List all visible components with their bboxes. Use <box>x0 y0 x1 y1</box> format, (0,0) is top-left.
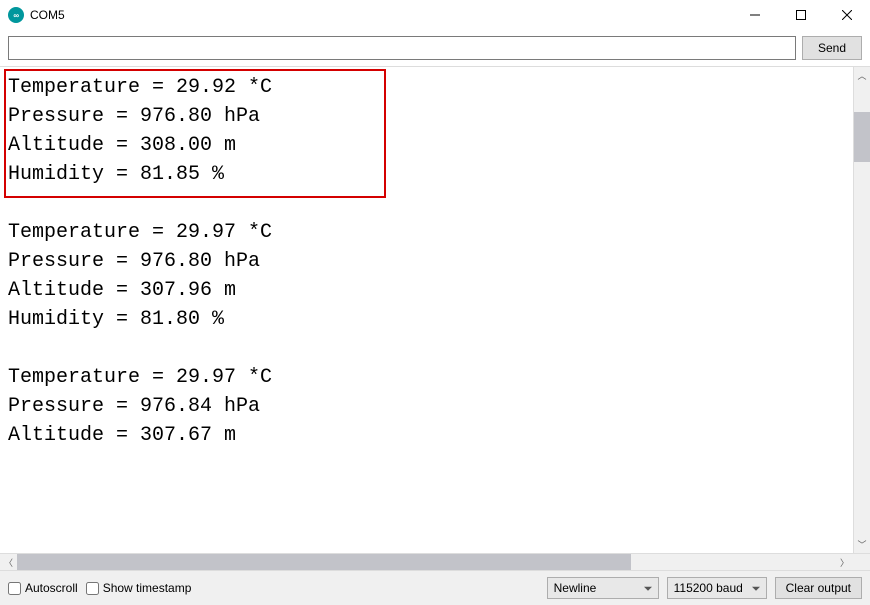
serial-output: Temperature = 29.92 *CPressure = 976.80 … <box>0 67 853 553</box>
scroll-right-button[interactable]: 〉 <box>836 554 853 570</box>
horizontal-scroll-thumb[interactable] <box>17 554 631 570</box>
autoscroll-checkbox-wrap[interactable]: Autoscroll <box>8 581 78 595</box>
output-line: Temperature = 29.97 *C <box>8 363 845 392</box>
timestamp-checkbox[interactable] <box>86 582 99 595</box>
vertical-scrollbar[interactable]: ︿ ﹀ <box>853 67 870 553</box>
close-button[interactable] <box>824 0 870 30</box>
output-line: Pressure = 976.80 hPa <box>8 102 845 131</box>
maximize-button[interactable] <box>778 0 824 30</box>
input-row: Send <box>0 30 870 66</box>
arduino-icon: ∞ <box>8 7 24 23</box>
output-line: Humidity = 81.85 % <box>8 160 845 189</box>
autoscroll-label: Autoscroll <box>25 581 78 595</box>
horizontal-scroll-row: 〈 〉 <box>0 553 870 570</box>
timestamp-checkbox-wrap[interactable]: Show timestamp <box>86 581 192 595</box>
output-line: Altitude = 307.96 m <box>8 276 845 305</box>
output-area: Temperature = 29.92 *CPressure = 976.80 … <box>0 66 870 553</box>
line-ending-value: Newline <box>554 581 597 595</box>
output-line: Pressure = 976.84 hPa <box>8 392 845 421</box>
scroll-left-button[interactable]: 〈 <box>0 554 17 570</box>
scroll-down-button[interactable]: ﹀ <box>854 536 870 553</box>
output-line: Pressure = 976.80 hPa <box>8 247 845 276</box>
output-line: Altitude = 307.67 m <box>8 421 845 450</box>
output-line: Temperature = 29.97 *C <box>8 218 845 247</box>
baud-rate-value: 115200 baud <box>674 581 743 595</box>
send-button[interactable]: Send <box>802 36 862 60</box>
bottom-bar: Autoscroll Show timestamp Newline 115200… <box>0 570 870 605</box>
scroll-corner <box>853 554 870 570</box>
timestamp-label: Show timestamp <box>103 581 192 595</box>
clear-output-button[interactable]: Clear output <box>775 577 862 599</box>
output-line: Altitude = 308.00 m <box>8 131 845 160</box>
window-title: COM5 <box>30 8 732 22</box>
titlebar: ∞ COM5 <box>0 0 870 30</box>
minimize-button[interactable] <box>732 0 778 30</box>
baud-rate-select[interactable]: 115200 baud <box>667 577 767 599</box>
output-line <box>8 189 845 218</box>
output-line: Humidity = 81.80 % <box>8 305 845 334</box>
horizontal-scrollbar[interactable]: 〈 〉 <box>0 554 853 570</box>
serial-input[interactable] <box>8 36 796 60</box>
autoscroll-checkbox[interactable] <box>8 582 21 595</box>
window-controls <box>732 0 870 30</box>
output-line: Temperature = 29.92 *C <box>8 73 845 102</box>
line-ending-select[interactable]: Newline <box>547 577 659 599</box>
output-line <box>8 334 845 363</box>
vertical-scroll-thumb[interactable] <box>854 112 870 162</box>
scroll-up-button[interactable]: ︿ <box>854 67 870 84</box>
